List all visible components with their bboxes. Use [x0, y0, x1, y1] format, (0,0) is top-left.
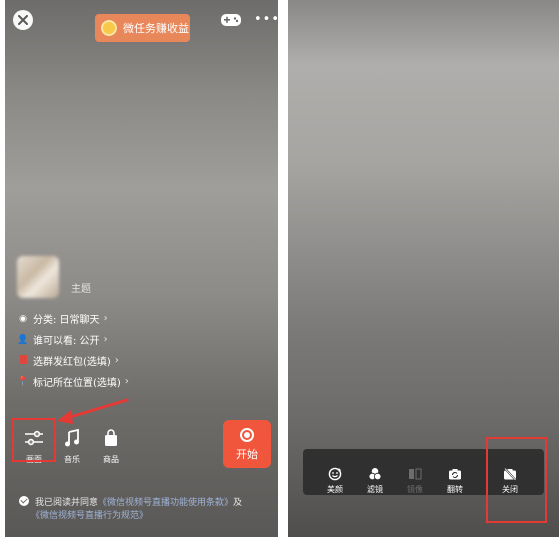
- live-setup-screen: 微任务赚收益 ••• 主题 ◉ 分类: 日常聊天 › 👤 谁可以看: 公开 › …: [5, 0, 278, 537]
- category-item[interactable]: ◉ 分类: 日常聊天 ›: [17, 308, 129, 329]
- checkbox-checked-icon[interactable]: [19, 496, 29, 506]
- red-packet-item[interactable]: 选群发红包(选填) ›: [17, 350, 129, 371]
- visibility-icon: 👤: [17, 334, 29, 345]
- more-icon[interactable]: •••: [254, 13, 278, 26]
- music-icon: [65, 429, 79, 447]
- location-icon: 📍: [17, 376, 29, 387]
- terms-link[interactable]: 《微信视频号直播功能使用条款》: [98, 498, 233, 508]
- record-icon: [240, 428, 254, 442]
- mirror-label: 镜像: [407, 485, 423, 494]
- products-label: 商品: [103, 455, 119, 464]
- music-label: 音乐: [64, 455, 80, 464]
- mirror-button[interactable]: 镜像: [401, 467, 429, 495]
- beauty-icon: [328, 467, 342, 481]
- agreement-text: 我已阅读并同意《微信视频号直播功能使用条款》及 《微信视频号直播行为规范》: [19, 496, 274, 523]
- red-packet-icon: [17, 354, 29, 367]
- visibility-label: 谁可以看: 公开: [33, 336, 100, 347]
- category-icon: ◉: [19, 313, 27, 324]
- red-packet-label: 选群发红包(选填): [33, 357, 111, 368]
- filter-icon: [368, 468, 382, 481]
- chevron-right-icon: ›: [124, 376, 129, 387]
- live-info-list: ◉ 分类: 日常聊天 › 👤 谁可以看: 公开 › 选群发红包(选填) › 📍 …: [17, 308, 129, 392]
- highlight-box: [486, 437, 547, 523]
- location-item[interactable]: 📍 标记所在位置(选填) ›: [17, 371, 129, 392]
- category-label: 分类: 日常聊天: [33, 315, 100, 326]
- products-button[interactable]: 商品: [95, 428, 127, 465]
- filter-button[interactable]: 滤镜: [361, 467, 389, 495]
- chevron-right-icon: ›: [103, 313, 108, 324]
- highlight-box: [12, 418, 56, 462]
- shopping-bag-icon: [105, 429, 117, 446]
- flip-camera-icon: [449, 469, 461, 480]
- chevron-right-icon: ›: [114, 355, 119, 366]
- picture-settings-screen: 美颜 滤镜 镜像 翻转 关闭: [288, 0, 559, 537]
- cover-image[interactable]: [17, 256, 59, 298]
- micro-task-button[interactable]: 微任务赚收益: [95, 14, 190, 42]
- flip-camera-button[interactable]: 翻转: [441, 467, 469, 495]
- game-controller-icon[interactable]: [220, 12, 242, 28]
- agree-prefix: 我已阅读并同意: [35, 498, 99, 508]
- agree-joiner: 及: [233, 498, 243, 508]
- flip-camera-label: 翻转: [447, 485, 463, 494]
- coin-icon: [101, 20, 117, 36]
- close-icon: [18, 15, 28, 25]
- topic-label[interactable]: 主题: [71, 280, 91, 295]
- visibility-item[interactable]: 👤 谁可以看: 公开 ›: [17, 329, 129, 350]
- beauty-button[interactable]: 美颜: [321, 467, 349, 495]
- music-button[interactable]: 音乐: [56, 428, 88, 465]
- mirror-icon: [409, 468, 422, 480]
- chevron-right-icon: ›: [103, 334, 108, 345]
- close-button[interactable]: [13, 10, 33, 30]
- start-live-button[interactable]: 开始: [223, 420, 271, 468]
- filter-label: 滤镜: [367, 485, 383, 494]
- beauty-label: 美颜: [327, 485, 343, 494]
- location-label: 标记所在位置(选填): [33, 378, 121, 389]
- start-live-label: 开始: [236, 448, 258, 461]
- micro-task-label: 微任务赚收益: [123, 22, 189, 35]
- code-of-conduct-link[interactable]: 《微信视频号直播行为规范》: [31, 511, 148, 521]
